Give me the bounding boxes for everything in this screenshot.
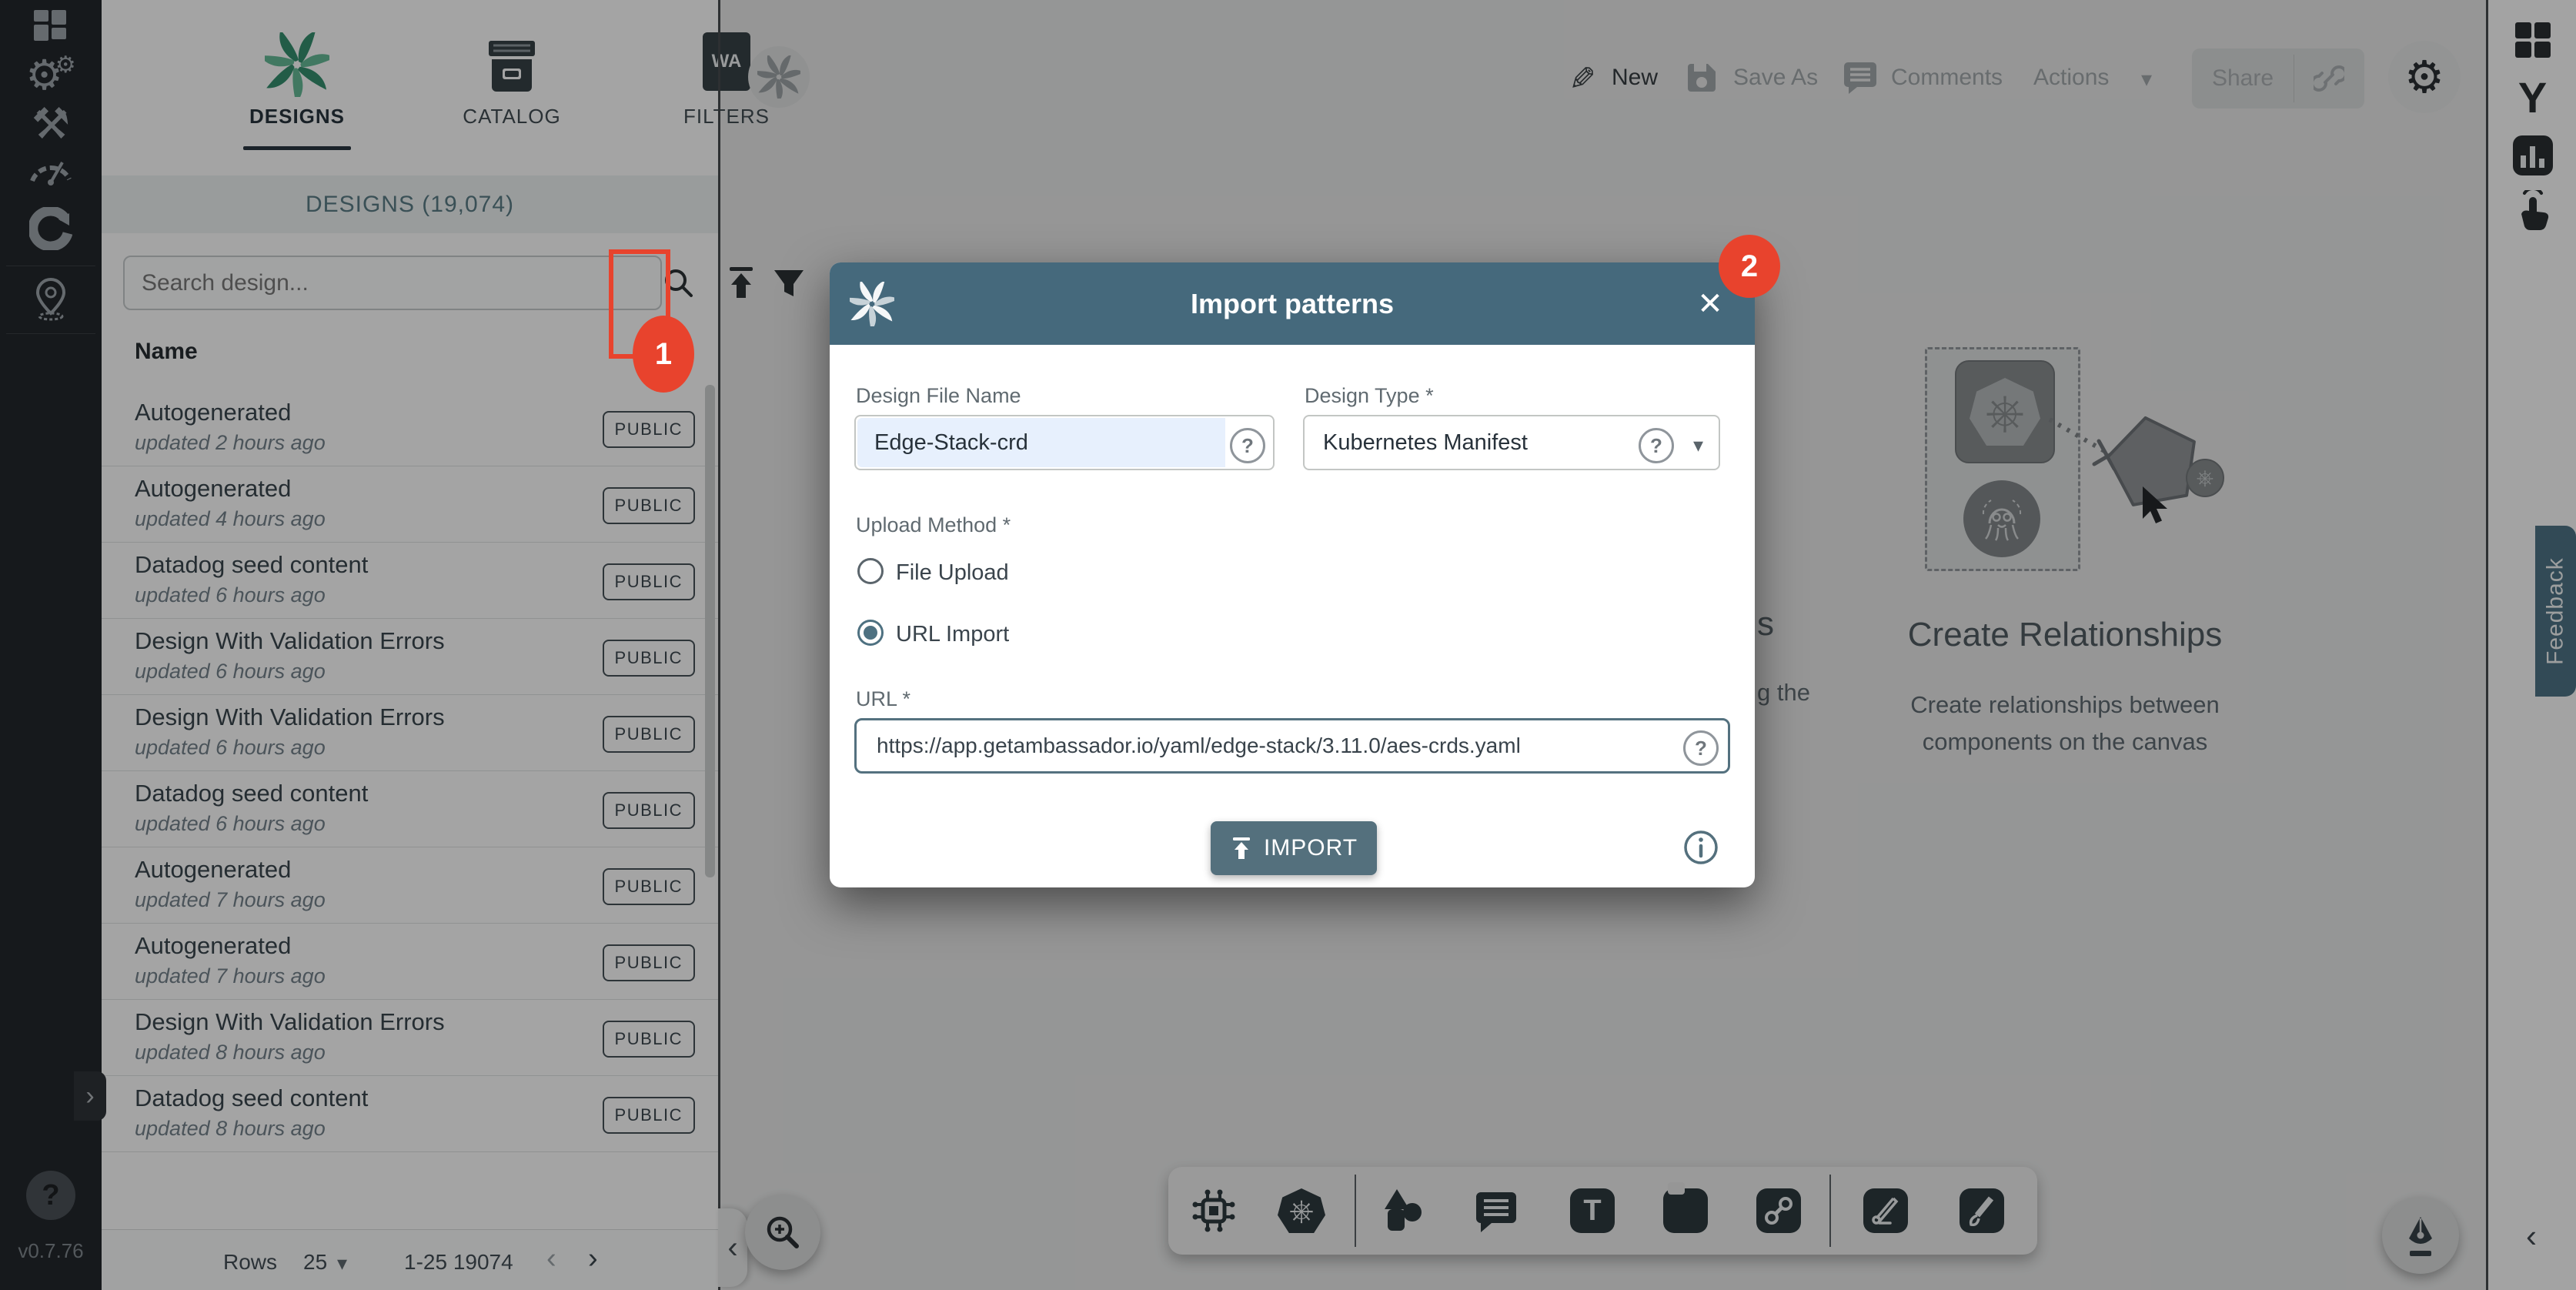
help-icon[interactable]: ? — [1230, 428, 1265, 463]
radio-file-upload-label[interactable]: File Upload — [896, 560, 1009, 586]
radio-file-upload[interactable] — [857, 558, 884, 584]
info-icon[interactable] — [1681, 827, 1721, 867]
design-file-name-label: Design File Name — [856, 384, 1021, 408]
modal-title: Import patterns — [830, 262, 1755, 345]
radio-url-import-label[interactable]: URL Import — [896, 622, 1009, 647]
help-icon[interactable]: ? — [1683, 730, 1719, 766]
annotation-step-1-badge: 1 — [633, 316, 694, 393]
meshery-logo-icon — [850, 282, 894, 326]
url-field[interactable]: ? — [854, 718, 1730, 774]
chevron-down-icon[interactable]: ▾ — [1693, 433, 1703, 457]
import-button[interactable]: IMPORT — [1211, 821, 1377, 875]
url-label: URL * — [856, 687, 910, 711]
radio-url-import[interactable] — [857, 620, 884, 646]
design-file-name-input[interactable] — [856, 416, 1273, 469]
meshery-app: ⚙ ⚙ ⚒ ? — [0, 0, 2576, 1290]
design-type-select[interactable]: Kubernetes Manifest ? ▾ — [1303, 415, 1720, 470]
annotation-step-2-badge: 2 — [1719, 235, 1780, 298]
design-file-name-field[interactable]: ? — [854, 415, 1275, 470]
url-input[interactable] — [857, 720, 1728, 771]
help-icon[interactable]: ? — [1639, 428, 1674, 463]
design-type-label: Design Type * — [1305, 384, 1434, 408]
close-icon[interactable]: ✕ — [1689, 282, 1732, 326]
upload-method-label: Upload Method * — [856, 513, 1011, 537]
upload-icon — [1230, 837, 1253, 860]
import-patterns-modal: Import patterns ✕ Design File Name Desig… — [830, 262, 1755, 887]
design-type-value: Kubernetes Manifest — [1323, 430, 1528, 456]
